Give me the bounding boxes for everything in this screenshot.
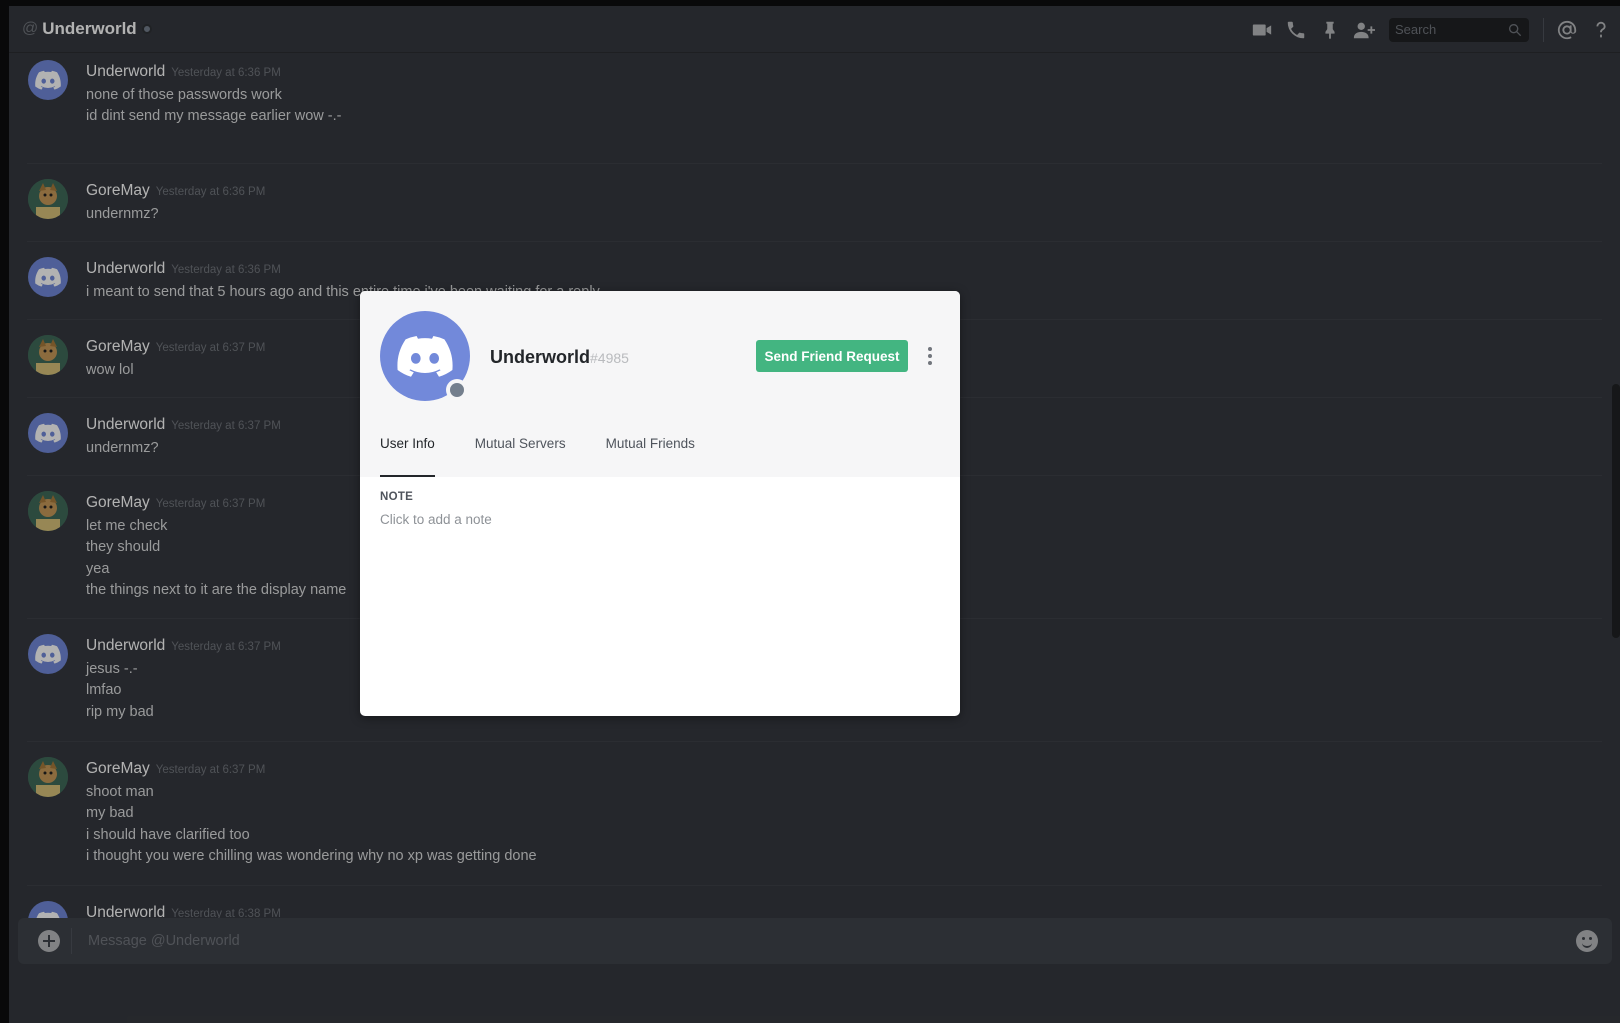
offline-status-dot [450, 383, 464, 397]
note-input[interactable]: Click to add a note [380, 512, 492, 527]
tab-mutual-friends[interactable]: Mutual Friends [606, 429, 695, 477]
more-options-icon[interactable] [926, 347, 934, 365]
profile-discriminator: #4985 [590, 350, 629, 366]
discord-logo-icon [397, 336, 453, 377]
profile-header: Underworld #4985 Send Friend Request Use… [360, 291, 960, 477]
profile-name: Underworld #4985 [490, 347, 629, 368]
user-profile-modal: Underworld #4985 Send Friend Request Use… [360, 291, 960, 716]
profile-tabs: User Info Mutual Servers Mutual Friends [380, 429, 735, 477]
tab-user-info[interactable]: User Info [380, 429, 435, 477]
profile-body: NOTE Click to add a note [380, 491, 492, 527]
tab-mutual-servers[interactable]: Mutual Servers [475, 429, 566, 477]
profile-username: Underworld [490, 347, 591, 367]
profile-status-indicator [446, 379, 468, 401]
send-friend-request-button[interactable]: Send Friend Request [756, 340, 908, 372]
note-label: NOTE [380, 491, 414, 503]
